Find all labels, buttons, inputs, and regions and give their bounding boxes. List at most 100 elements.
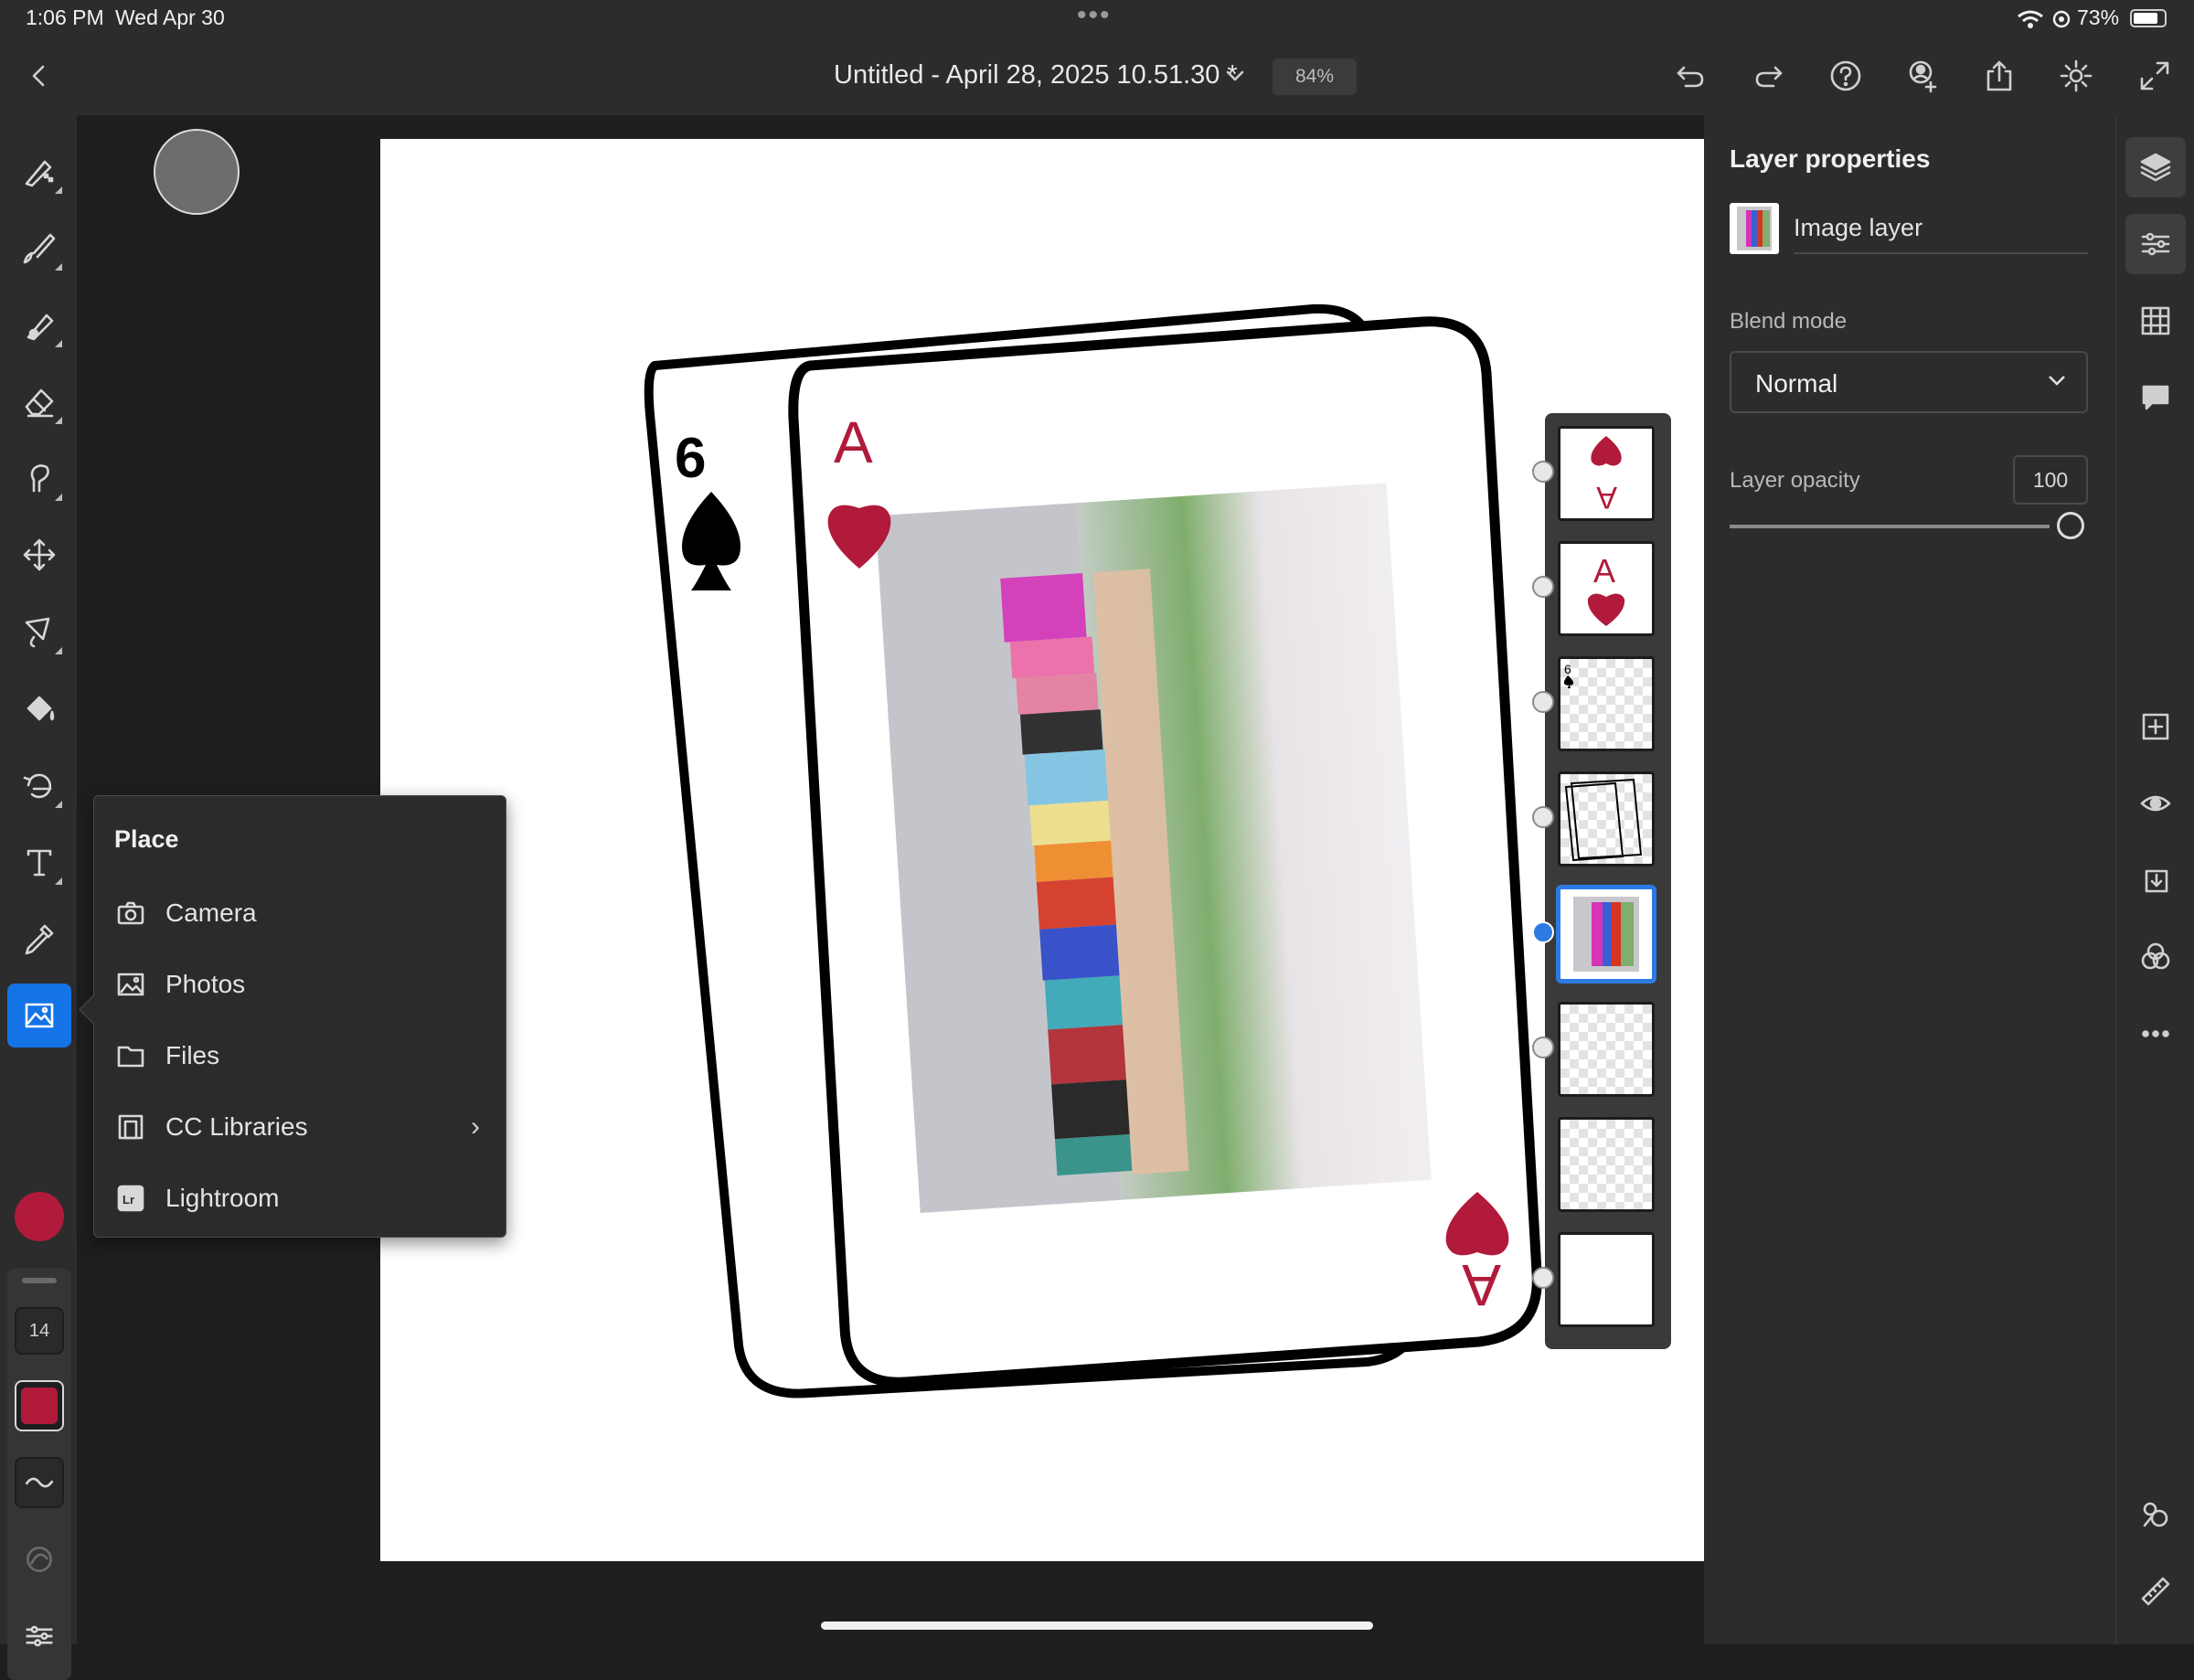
smoothing-icon[interactable] (15, 1457, 64, 1508)
more-icon[interactable] (2125, 1004, 2186, 1064)
ruler-icon[interactable] (2125, 1561, 2186, 1622)
menu-item-photos[interactable]: Photos (94, 953, 506, 1015)
layer-thumb-photo[interactable] (1558, 887, 1655, 982)
layer-name-field[interactable]: Image layer (1794, 214, 1922, 242)
front-card-rank-top: A (834, 409, 873, 475)
menu-item-lightroom[interactable]: Lr Lightroom (94, 1167, 506, 1229)
layer-type-badge (1532, 691, 1554, 713)
layer-thumb-empty-1[interactable] (1558, 1002, 1655, 1097)
fullscreen-icon[interactable] (2134, 55, 2176, 97)
invite-icon[interactable] (1901, 55, 1944, 97)
document-title[interactable]: Untitled - April 28, 2025 10.51.30 * (834, 60, 1238, 90)
lasso-icon[interactable] (7, 600, 71, 664)
place-menu-title: Place (114, 825, 179, 853)
brush-settings-icon[interactable] (15, 1611, 64, 1662)
layer-type-badge (1532, 1037, 1554, 1058)
settings-icon[interactable] (2055, 55, 2097, 97)
zoom-level[interactable]: 84% (1273, 58, 1357, 95)
blend-mode-label: Blend mode (1730, 309, 1848, 334)
card-artwork: 6 A A (644, 303, 1542, 1398)
comments-icon[interactable] (2125, 367, 2186, 428)
status-bar: 1:06 PM Wed Apr 30 ••• 73% (0, 0, 2194, 37)
layer-thumb-ace-bottom[interactable]: A (1558, 426, 1655, 521)
blend-mode-select[interactable]: Normal (1730, 351, 2088, 413)
status-time: 1:06 PM (26, 5, 104, 29)
live-brush-icon[interactable] (7, 292, 71, 356)
menu-item-cc-libraries[interactable]: CC Libraries › (94, 1096, 506, 1158)
share-icon[interactable] (1978, 55, 2020, 97)
opacity-input[interactable]: 100 (2013, 455, 2088, 505)
svg-text:A: A (1593, 552, 1615, 590)
back-card-rank: 6 (675, 427, 706, 490)
properties-icon[interactable] (2125, 214, 2186, 274)
chevron-down-icon (2049, 376, 2065, 386)
group-photo (875, 483, 1432, 1213)
brush-preview (154, 129, 240, 215)
type-icon[interactable] (7, 830, 71, 894)
layers-icon[interactable] (2125, 137, 2186, 197)
panel-title: Layer properties (1730, 144, 1931, 173)
layer-thumb-spade[interactable]: 6 (1558, 656, 1655, 751)
wifi-icon (2018, 10, 2043, 28)
help-icon[interactable] (1825, 55, 1867, 97)
color-swatch[interactable] (15, 1192, 64, 1241)
menu-item-label: Lightroom (165, 1184, 280, 1212)
battery-percent: 73% (2077, 5, 2120, 29)
front-card-rank-bottom: A (1462, 1252, 1501, 1318)
layer-thumb-background[interactable] (1558, 1232, 1655, 1327)
chevron-down-icon[interactable] (1214, 55, 1256, 97)
opacity-label: Layer opacity (1730, 468, 1860, 493)
layers-strip: A A 6 (1532, 413, 1671, 1349)
eyedropper-icon[interactable] (7, 907, 71, 971)
pressure-icon[interactable] (15, 1534, 64, 1585)
folder-icon (114, 1039, 147, 1072)
size-handle[interactable] (22, 1278, 57, 1283)
multitask-dots[interactable]: ••• (1077, 0, 1112, 31)
add-layer-icon[interactable] (2125, 696, 2186, 757)
redo-icon[interactable] (1748, 55, 1790, 97)
opacity-slider-track[interactable] (1730, 525, 2050, 528)
place-image-icon[interactable] (7, 984, 71, 1047)
menu-item-label: CC Libraries (165, 1112, 308, 1141)
blend-mode-value: Normal (1755, 369, 1838, 398)
assets-icon[interactable] (2125, 1484, 2186, 1545)
back-icon[interactable] (18, 55, 60, 97)
layer-type-badge (1532, 461, 1554, 483)
layer-thumb-ace-top[interactable]: A (1558, 541, 1655, 636)
smudge-icon[interactable] (7, 446, 71, 510)
import-icon[interactable] (2125, 850, 2186, 910)
undo-icon[interactable] (1669, 55, 1711, 97)
fill-icon[interactable] (7, 676, 71, 740)
battery-icon (2130, 9, 2167, 27)
visibility-icon[interactable] (2125, 773, 2186, 834)
layer-type-badge (1532, 576, 1554, 598)
menu-item-label: Camera (165, 898, 257, 927)
paint-brush-icon[interactable] (7, 216, 71, 280)
active-color-square[interactable] (15, 1380, 64, 1431)
status-date: Wed Apr 30 (115, 5, 225, 29)
brush-size-value[interactable]: 14 (15, 1307, 64, 1355)
menu-item-camera[interactable]: Camera (94, 882, 506, 944)
grid-icon[interactable] (2125, 291, 2186, 351)
move-icon[interactable] (7, 523, 71, 587)
layer-type-badge-selected (1532, 921, 1554, 943)
svg-text:Lr: Lr (122, 1193, 134, 1207)
layer-properties-panel: Layer properties Image layer Blend mode … (1704, 115, 2115, 1644)
lightroom-icon: Lr (114, 1182, 147, 1215)
home-indicator[interactable] (821, 1622, 1373, 1630)
tool-rail: 14 (0, 115, 77, 1680)
opacity-slider-handle[interactable] (2057, 512, 2084, 539)
svg-text:A: A (1596, 480, 1617, 515)
blend-icon[interactable] (2125, 927, 2186, 987)
pixel-brush-icon[interactable] (7, 139, 71, 203)
chevron-right-icon: › (471, 1111, 480, 1142)
layer-thumbnail (1730, 203, 1779, 254)
layer-thumb-card-outline[interactable] (1558, 771, 1655, 867)
transform-icon[interactable] (7, 753, 71, 817)
menu-item-label: Photos (165, 970, 246, 998)
layer-thumb-empty-2[interactable] (1558, 1117, 1655, 1212)
eraser-icon[interactable] (7, 369, 71, 433)
document-canvas[interactable]: 6 A A (380, 139, 1704, 1561)
menu-item-files[interactable]: Files (94, 1025, 506, 1087)
menu-item-label: Files (165, 1041, 220, 1069)
